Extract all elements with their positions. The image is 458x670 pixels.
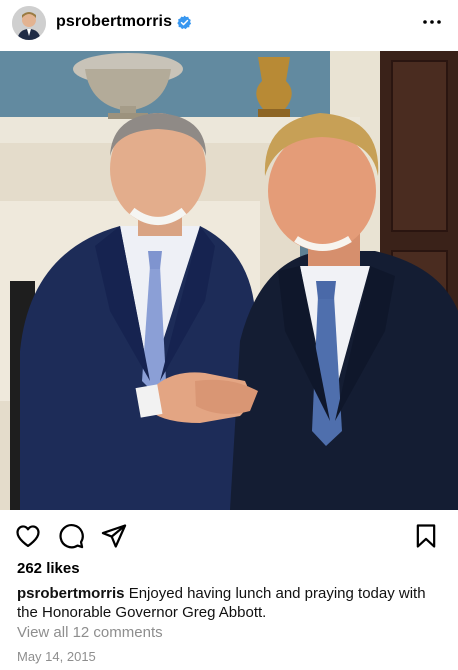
post-photo[interactable] <box>0 51 458 510</box>
avatar[interactable] <box>12 6 46 40</box>
caption-username[interactable]: psrobertmorris <box>17 585 125 602</box>
verified-badge-icon <box>177 15 192 30</box>
like-count[interactable]: 262 likes <box>17 560 80 577</box>
heart-icon[interactable] <box>14 522 42 550</box>
bookmark-icon[interactable] <box>412 522 440 550</box>
post-header: psrobertmorris <box>0 0 458 48</box>
more-options-icon[interactable] <box>420 10 444 34</box>
post-date: May 14, 2015 <box>17 649 96 664</box>
username[interactable]: psrobertmorris <box>56 13 172 31</box>
comment-bubble-icon[interactable] <box>57 522 85 550</box>
view-comments-link[interactable]: View all 12 comments <box>17 624 163 641</box>
username-row: psrobertmorris <box>56 13 192 31</box>
post-actions <box>0 520 458 552</box>
caption: psrobertmorris Enjoyed having lunch and … <box>17 584 437 622</box>
paper-plane-icon[interactable] <box>100 522 128 550</box>
